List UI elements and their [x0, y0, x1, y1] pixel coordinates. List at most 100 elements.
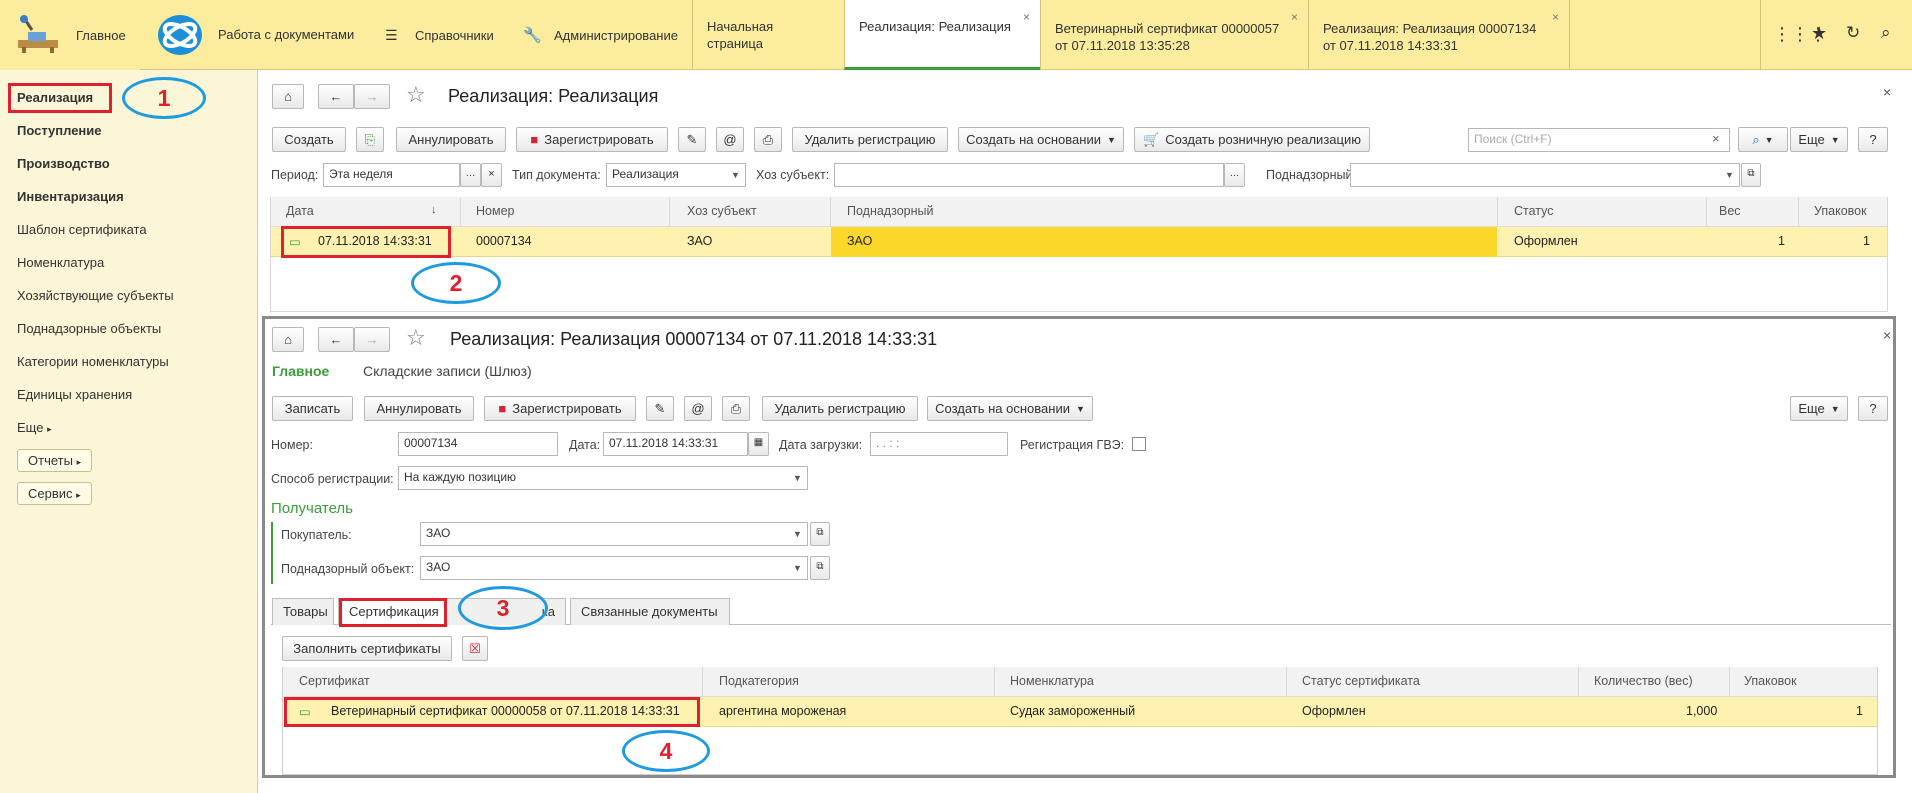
col-status[interactable]: Статус — [1514, 204, 1554, 218]
col-cert-status[interactable]: Статус сертификата — [1302, 674, 1420, 688]
chevron-down-icon[interactable]: ▼ — [788, 466, 808, 490]
close-icon[interactable]: × — [1883, 327, 1891, 343]
open-icon[interactable]: ⧉ — [810, 556, 830, 580]
section-home[interactable]: Главное — [0, 0, 140, 70]
delete-icon[interactable]: ☒ — [462, 636, 488, 661]
email-icon[interactable]: @ — [684, 396, 712, 421]
email-icon[interactable]: @ — [716, 127, 744, 152]
sidebar-item-production[interactable]: Производство — [17, 156, 110, 171]
create-based-button[interactable]: Создать на основании ▼ — [927, 396, 1093, 421]
history-icon[interactable]: ↻ — [1846, 23, 1860, 43]
forward-button[interactable]: → — [354, 84, 390, 109]
nav-docs[interactable]: Работа с документами — [218, 27, 354, 42]
tab-start[interactable]: Начальная страница — [692, 0, 844, 70]
col-qty[interactable]: Количество (вес) — [1594, 674, 1693, 688]
tab-realization-doc[interactable]: Реализация: Реализация 00007134 от 07.11… — [1308, 0, 1570, 70]
search-icon[interactable]: ⌕ — [1881, 23, 1891, 43]
close-icon[interactable]: × — [1023, 9, 1030, 26]
search-options-button[interactable]: ⌕ ▼ — [1738, 127, 1788, 152]
sidebar-item-units[interactable]: Единицы хранения — [17, 387, 132, 402]
method-input[interactable]: На каждую позицию — [398, 466, 790, 490]
sidebar-item-receipt[interactable]: Поступление — [17, 123, 102, 138]
favorite-star-icon[interactable]: ☆ — [406, 82, 426, 108]
close-icon[interactable]: × — [1552, 9, 1559, 26]
create-button[interactable]: Создать — [272, 127, 346, 152]
table-row[interactable]: ▭ 07.11.2018 14:33:31 00007134 ЗАО ЗАО О… — [271, 227, 1887, 257]
edit-icon[interactable]: ✎ — [646, 396, 674, 421]
print-icon[interactable]: ⎙ — [754, 127, 782, 152]
subject-input[interactable] — [834, 163, 1224, 187]
sidebar-item-more[interactable]: Еще ▸ — [17, 420, 52, 435]
number-input[interactable]: 00007134 — [398, 432, 558, 456]
tab-realization-list[interactable]: Реализация: Реализация × — [844, 0, 1040, 70]
tab-warehouse[interactable]: Складские записи (Шлюз) — [363, 363, 532, 379]
nav-refs[interactable]: Справочники — [415, 28, 494, 43]
sidebar-item-categories[interactable]: Категории номенклатуры — [17, 354, 169, 369]
col-number[interactable]: Номер — [476, 204, 514, 218]
col-nomen[interactable]: Номенклатура — [1010, 674, 1094, 688]
sidebar-item-inventory[interactable]: Инвентаризация — [17, 189, 124, 204]
delete-registration-button[interactable]: Удалить регистрацию — [792, 127, 948, 152]
forward-button[interactable]: → — [354, 327, 390, 352]
tab-main[interactable]: Главное — [272, 363, 329, 379]
open-icon[interactable]: ⧉ — [1741, 163, 1761, 187]
close-icon[interactable]: × — [1291, 9, 1298, 26]
open-icon[interactable]: ⧉ — [810, 522, 830, 546]
help-button[interactable]: ? — [1858, 127, 1888, 152]
tab-goods[interactable]: Товары — [272, 598, 334, 625]
fill-certificates-button[interactable]: Заполнить сертификаты — [282, 636, 452, 661]
search-input[interactable]: Поиск (Ctrl+F) — [1468, 128, 1730, 152]
col-cert-packs[interactable]: Упаковок — [1744, 674, 1797, 688]
more-button[interactable]: Еще ▼ — [1790, 396, 1848, 421]
service-button[interactable]: Сервис ▸ — [17, 482, 92, 505]
clear-button[interactable]: × — [481, 163, 502, 187]
reports-button[interactable]: Отчеты ▸ — [17, 449, 93, 472]
edit-icon[interactable]: ✎ — [678, 127, 706, 152]
tab-vet-cert[interactable]: Ветеринарный сертификат 00000057 от 07.1… — [1040, 0, 1308, 70]
col-subject[interactable]: Хоз субъект — [687, 204, 757, 218]
more-button[interactable]: Еще ▼ — [1790, 127, 1848, 152]
tab-linked-docs[interactable]: Связанные документы — [570, 598, 730, 625]
nav-admin[interactable]: Администрирование — [554, 28, 678, 43]
sidebar-item-subjects[interactable]: Хозяйствующие субъекты — [17, 288, 174, 303]
back-button[interactable]: ← — [318, 84, 354, 109]
ellipsis-button[interactable]: … — [1224, 163, 1245, 187]
col-supervised[interactable]: Поднадзорный — [847, 204, 933, 218]
chevron-down-icon[interactable]: ▼ — [1720, 163, 1740, 187]
object-input[interactable]: ЗАО — [420, 556, 790, 580]
doctype-input[interactable]: Реализация — [606, 163, 728, 187]
sidebar-item-cert-template[interactable]: Шаблон сертификата — [17, 222, 147, 237]
col-subcat[interactable]: Подкатегория — [719, 674, 799, 688]
clear-icon[interactable]: × — [1712, 131, 1720, 146]
help-button[interactable]: ? — [1858, 396, 1888, 421]
gvz-checkbox[interactable] — [1132, 437, 1146, 451]
annul-button[interactable]: Аннулировать — [364, 396, 474, 421]
register-button[interactable]: ■ Зарегистрировать — [484, 396, 636, 421]
ellipsis-button[interactable]: … — [460, 163, 481, 187]
date-input[interactable]: 07.11.2018 14:33:31 — [603, 432, 748, 456]
star-icon[interactable]: ★ — [1811, 23, 1827, 44]
sidebar-item-nomenclature[interactable]: Номенклатура — [17, 255, 104, 270]
create-based-button[interactable]: Создать на основании ▼ — [958, 127, 1124, 152]
register-button[interactable]: ■ Зарегистрировать — [516, 127, 668, 152]
delete-registration-button[interactable]: Удалить регистрацию — [762, 396, 918, 421]
print-icon[interactable]: ⎙ — [722, 396, 750, 421]
favorite-star-icon[interactable]: ☆ — [406, 325, 426, 351]
col-weight[interactable]: Вес — [1719, 204, 1741, 218]
supervised-input[interactable] — [1350, 163, 1722, 187]
col-cert[interactable]: Сертификат — [299, 674, 370, 688]
col-date[interactable]: Дата — [286, 204, 314, 218]
sidebar-item-supervised[interactable]: Поднадзорные объекты — [17, 321, 161, 336]
buyer-input[interactable]: ЗАО — [420, 522, 790, 546]
home-button[interactable]: ⌂ — [272, 327, 304, 352]
back-button[interactable]: ← — [318, 327, 354, 352]
col-packs[interactable]: Упаковок — [1814, 204, 1867, 218]
period-input[interactable]: Эта неделя — [323, 163, 460, 187]
chevron-down-icon[interactable]: ▼ — [726, 163, 746, 187]
calendar-icon[interactable]: ▦ — [748, 432, 769, 456]
save-button[interactable]: Записать — [272, 396, 353, 421]
chevron-down-icon[interactable]: ▼ — [788, 556, 808, 580]
home-button[interactable]: ⌂ — [272, 84, 304, 109]
close-icon[interactable]: × — [1883, 84, 1891, 100]
load-date-input[interactable]: . . : : — [870, 432, 1008, 456]
